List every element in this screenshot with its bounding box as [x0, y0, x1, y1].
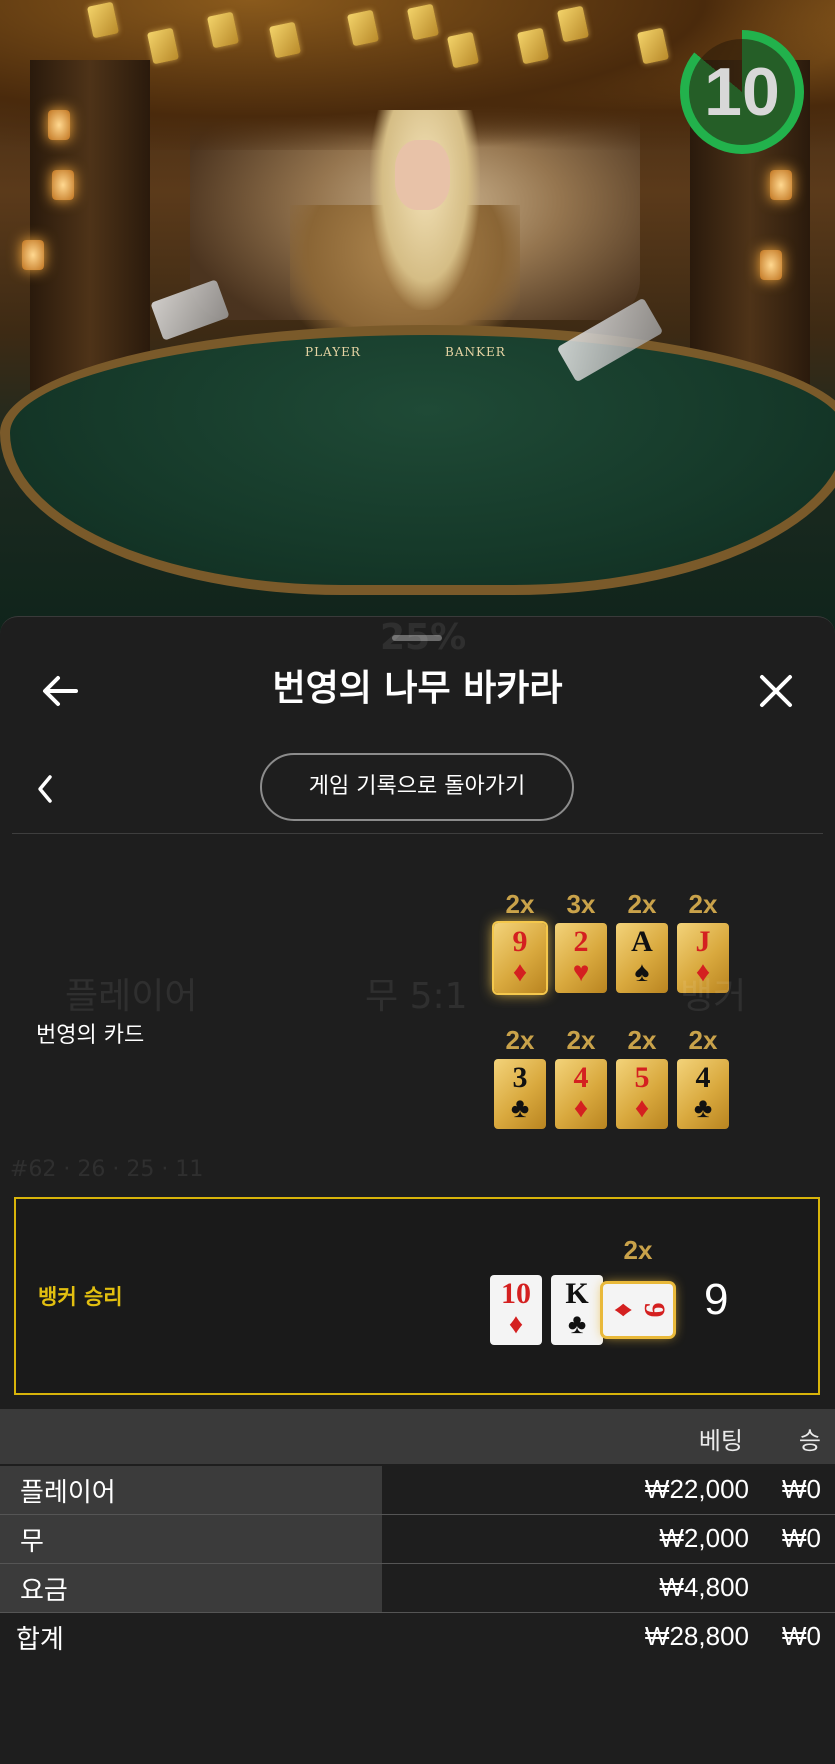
card-multiplier: 2x — [505, 889, 535, 919]
bet-column-header: 베팅 — [698, 1427, 743, 1455]
card-suit: ♥ — [572, 957, 590, 988]
card-suit: ♦ — [573, 1093, 589, 1124]
card-multiplier: 2x — [505, 1025, 535, 1055]
arrow-left-icon[interactable] — [36, 667, 84, 715]
countdown-value: 10 — [704, 54, 780, 130]
baccarat-table — [0, 325, 835, 595]
bet-row-win: ₩0 — [782, 1523, 821, 1553]
bet-row-amount: ₩22,000 — [644, 1474, 749, 1504]
card-multiplier: 2x — [623, 1235, 653, 1265]
divider — [12, 833, 823, 834]
bet-row-amount: ₩2,000 — [659, 1523, 749, 1553]
round-result-row: 뱅커 승리 10 ♦ K ♣ 9 ♦ 2x 9 — [14, 1197, 820, 1395]
playing-card: 2 ♥ — [555, 923, 607, 993]
result-total: 9 — [704, 1275, 729, 1324]
lantern — [48, 110, 70, 140]
card-multiplier: 2x — [566, 1025, 596, 1055]
page-title: 번영의 나무 바카라 — [272, 668, 563, 709]
card-multiplier: 2x — [688, 889, 718, 919]
playing-card: 10 ♦ — [490, 1275, 542, 1345]
card-suit: ♦ — [608, 1302, 639, 1318]
playing-card: 9 ♦ — [603, 1284, 673, 1336]
card-multiplier: 2x — [688, 1025, 718, 1055]
card-multiplier: 2x — [627, 1025, 657, 1055]
playing-card: K ♣ — [551, 1275, 603, 1345]
playing-card: 5 ♦ — [616, 1059, 668, 1129]
card-multiplier: 3x — [566, 889, 596, 919]
table-banker-label: BANKER — [445, 345, 506, 359]
lantern — [22, 240, 44, 270]
card-suit: ♣ — [693, 1093, 713, 1124]
playing-card: 4 ♣ — [677, 1059, 729, 1129]
card-multiplier: 2x — [627, 889, 657, 919]
table-player-label: PLAYER — [305, 345, 361, 359]
card-suit: ♦ — [512, 957, 528, 988]
card-rank: 9 — [512, 925, 528, 958]
playing-card: 9 ♦ — [494, 923, 546, 993]
bet-total-row: 합계 ₩28,800 ₩0 — [0, 1613, 835, 1661]
card-rank: J — [695, 925, 711, 958]
chevron-left-icon[interactable] — [30, 769, 62, 809]
card-rank: 2 — [573, 925, 589, 958]
bet-row: 플레이어 ₩22,000 ₩0 — [0, 1466, 835, 1514]
card-suit: ♦ — [508, 1309, 524, 1340]
card-rank: A — [631, 925, 653, 958]
dealer-face — [395, 140, 450, 210]
back-to-history-button[interactable]: 게임 기록으로 돌아가기 — [260, 753, 574, 821]
card-rank: 4 — [573, 1061, 589, 1094]
win-column-header: 승 — [798, 1427, 821, 1455]
lantern — [52, 170, 74, 200]
card-rank: 9 — [638, 1302, 671, 1318]
bet-row-label: 요금 — [20, 1576, 68, 1606]
card-suit: ♣ — [567, 1309, 587, 1340]
bet-total-amount: ₩28,800 — [644, 1621, 749, 1651]
bet-row-amount: ₩4,800 — [659, 1572, 749, 1602]
card-rank: 5 — [634, 1061, 650, 1094]
bet-total-label: 합계 — [16, 1625, 64, 1655]
lantern — [760, 250, 782, 280]
result-label: 뱅커 승리 — [38, 1285, 123, 1309]
playing-card: 4 ♦ — [555, 1059, 607, 1129]
left-pillar — [30, 60, 150, 390]
bet-row-label: 플레이어 — [20, 1478, 116, 1508]
bet-row-win: ₩0 — [782, 1474, 821, 1504]
card-shoe — [150, 279, 230, 341]
card-rank: K — [565, 1277, 589, 1310]
playing-card: 3 ♣ — [494, 1059, 546, 1129]
playing-card: A ♠ — [616, 923, 668, 993]
bet-row: 무 ₩2,000 ₩0 — [0, 1515, 835, 1563]
card-suit: ♦ — [634, 1093, 650, 1124]
bet-row: 요금 ₩4,800 — [0, 1564, 835, 1612]
card-rank: 10 — [501, 1277, 531, 1310]
bet-table-header: 베팅 승 — [0, 1409, 835, 1464]
card-rank: 3 — [512, 1061, 528, 1094]
card-suit: ♠ — [634, 957, 650, 988]
lucky-cards-label: 번영의 카드 — [36, 1023, 145, 1048]
bet-total-win: ₩0 — [782, 1621, 821, 1651]
card-suit: ♣ — [510, 1093, 530, 1124]
card-rank: 4 — [695, 1061, 711, 1094]
game-history-sheet: 번영의 나무 바카라 게임 기록으로 돌아가기 번영의 카드 2x 9 ♦ 3x 2 ♥ 2… — [0, 616, 835, 1764]
bet-row-label: 무 — [20, 1527, 44, 1557]
close-icon[interactable] — [752, 667, 800, 715]
lantern — [770, 170, 792, 200]
